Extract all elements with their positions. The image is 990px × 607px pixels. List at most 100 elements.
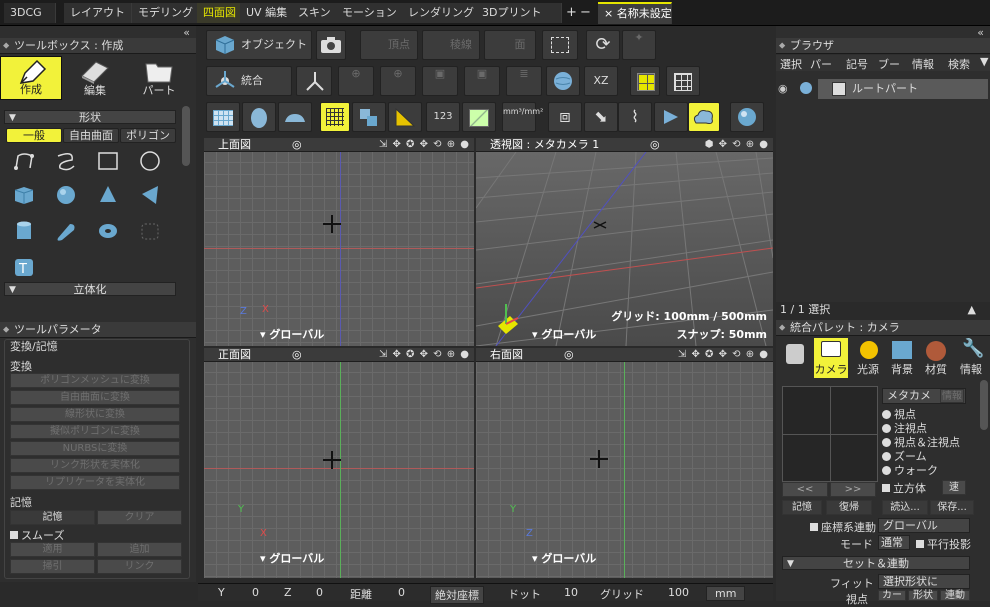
grid-snap-button[interactable] [630, 66, 660, 96]
restore-button[interactable]: 復帰 [826, 500, 872, 515]
target-icon[interactable]: ◎ [292, 138, 302, 152]
top-viewport[interactable]: 上面図 ◎ ⇲ ✥ ✪ ✥ ⟲ ⊕ ● Z X ▾ グローバル [204, 138, 474, 346]
collapse-up-icon[interactable]: ▲ [968, 302, 976, 318]
move-center-button[interactable]: ⊕ [338, 66, 374, 96]
smooth-checkbox[interactable]: スムーズ [10, 527, 64, 543]
table-button[interactable] [206, 102, 240, 132]
xz-plane-button[interactable]: XZ [584, 66, 618, 96]
unit-dropdown[interactable]: mm [706, 586, 746, 601]
circle-icon[interactable] [138, 150, 162, 172]
measure-button[interactable] [388, 102, 422, 132]
menu-symbol[interactable]: 記号 [846, 56, 868, 72]
view-cursor-button[interactable]: カー [878, 590, 906, 601]
tab-3d-print[interactable]: 3Dプリント [476, 3, 562, 23]
parallel-checkbox[interactable]: 平行投影 [916, 536, 971, 552]
integrate-button[interactable]: 統合 [206, 66, 292, 96]
box-icon[interactable] [12, 184, 36, 206]
palette-tab-material[interactable]: 材質 [920, 338, 952, 378]
clear-button[interactable]: クリア [97, 510, 182, 525]
toolbox-scrollbar[interactable] [182, 106, 190, 166]
y-value[interactable]: 0 [252, 586, 259, 599]
add-tab-button[interactable]: + [566, 5, 577, 20]
eye-icon[interactable]: ◉ [778, 82, 788, 95]
camera-pad[interactable] [782, 386, 878, 482]
text-icon[interactable]: T [12, 256, 36, 278]
remove-tab-button[interactable]: − [580, 5, 591, 20]
bounding-box-button[interactable]: ▣ [422, 66, 458, 96]
cube-checkbox[interactable]: 立方体 [882, 480, 926, 496]
rectangle-icon[interactable] [96, 150, 120, 172]
tab-skin[interactable]: スキン [292, 3, 338, 23]
toolbox-header[interactable]: ツールボックス : 作成 [0, 38, 196, 54]
to-pseudo-polygon-button[interactable]: 擬似ポリゴンに変換 [10, 424, 180, 439]
perspective-viewport[interactable]: 透視図 : メタカメラ 1 ◎ ⬢ ✥ ⟲ ⊕ ● グリッド: 100mm / 50… [476, 138, 773, 346]
world-button[interactable] [546, 66, 580, 96]
camera-info-button[interactable]: 情報 [940, 389, 964, 403]
menu-info[interactable]: 情報 [912, 56, 934, 72]
car-button[interactable] [278, 102, 312, 132]
move-pivot-button[interactable]: ⊕ [380, 66, 416, 96]
open-curve-icon[interactable] [12, 150, 36, 172]
view-controls-icon[interactable]: ⬢ ✥ ⟲ ⊕ ● [705, 138, 769, 152]
to-free-surface-button[interactable]: 自由曲面に変換 [10, 390, 180, 405]
select-rect-button[interactable] [542, 30, 578, 60]
tab-polygon[interactable]: ポリゴン [120, 128, 176, 143]
bounding-box2-button[interactable]: ▣ [464, 66, 500, 96]
menu-part[interactable]: パー [810, 56, 832, 72]
face-mode-button[interactable]: 面 [484, 30, 536, 60]
grid-value[interactable]: 100 [668, 586, 689, 599]
shape-section[interactable]: ▼ 形状 [4, 110, 176, 124]
distance-value[interactable]: 0 [398, 586, 405, 599]
browser-header[interactable]: ブラウザ [776, 38, 990, 54]
document-tab[interactable]: × 名称未設定 [598, 2, 672, 24]
mode-edit[interactable]: 編集 [64, 56, 126, 100]
target-icon[interactable]: ◎ [650, 138, 660, 152]
app-title[interactable]: 3DCG [4, 3, 56, 23]
palette-tab-background[interactable]: 背景 [886, 338, 918, 378]
prev-camera-button[interactable]: << [782, 482, 828, 497]
coord-link-checkbox[interactable]: 座標系連動 [810, 519, 876, 535]
realize-link-button[interactable]: リンク形状を実体化 [10, 458, 180, 473]
capsule-icon[interactable] [54, 220, 78, 242]
to-line-shape-button[interactable]: 線形状に変換 [10, 407, 180, 422]
target-icon[interactable]: ◎ [292, 348, 302, 362]
toolparam-header[interactable]: ツールパラメータ [0, 322, 196, 338]
cylinder-icon[interactable] [12, 220, 36, 242]
save-button[interactable]: 保存... [930, 500, 974, 515]
menu-search[interactable]: 検索 [948, 56, 970, 72]
mode-dropdown[interactable]: 通常 [878, 535, 910, 550]
menu-select[interactable]: 選択 [780, 56, 802, 72]
render-sphere-button[interactable] [730, 102, 764, 132]
tab-modeling[interactable]: モデリング [132, 3, 200, 23]
torus-icon[interactable] [96, 220, 120, 242]
mode-create[interactable]: 作成 [0, 56, 62, 100]
sphere-icon[interactable] [54, 184, 78, 206]
pyramid-icon[interactable] [138, 184, 162, 206]
apply-button[interactable]: 適用 [10, 542, 95, 557]
object-mode-button[interactable]: オブジェクト [206, 30, 312, 60]
next-camera-button[interactable]: >> [830, 482, 876, 497]
move-tool-button[interactable]: ⬊ [584, 102, 618, 132]
palette-tab-camera[interactable]: カメラ [814, 338, 848, 378]
magic-button[interactable]: ✦ [622, 30, 656, 60]
tab-motion[interactable]: モーション [336, 3, 404, 23]
option-walk[interactable]: ウォーク [882, 462, 938, 478]
numeric-input-button[interactable]: 123 [426, 102, 460, 132]
palette-tab-light[interactable]: 光源 [852, 338, 884, 378]
camera-person-icon[interactable] [782, 342, 810, 368]
target-icon[interactable]: ◎ [564, 348, 574, 362]
vertex-mode-button[interactable]: 頂点 [360, 30, 418, 60]
right-viewport[interactable]: 右面図 ◎ ⇲ ✥ ✪ ✥ ⟲ ⊕ ● Y Z ▾ グローバル [476, 348, 773, 578]
root-part-row[interactable]: ルートパート [818, 79, 988, 99]
sweep-button[interactable]: 掃引 [10, 559, 95, 574]
unit-button[interactable]: mm³/mm² [502, 102, 543, 132]
realize-replicator-button[interactable]: リプリケータを実体化 [10, 475, 180, 490]
wire-mesh-button[interactable]: ⧈ [548, 102, 582, 132]
tab-four-view[interactable]: 四面図 [197, 3, 243, 23]
align-button[interactable]: ≣ [506, 66, 542, 96]
shade-button[interactable] [654, 102, 688, 132]
memory-button[interactable]: 記憶 [10, 510, 95, 525]
menu-down-icon[interactable]: ▼ [980, 55, 988, 68]
view-controls-icon[interactable]: ⇲ ✥ ✪ ✥ ⟲ ⊕ ● [678, 348, 769, 362]
path-tool-button[interactable]: ⌇ [618, 102, 652, 132]
